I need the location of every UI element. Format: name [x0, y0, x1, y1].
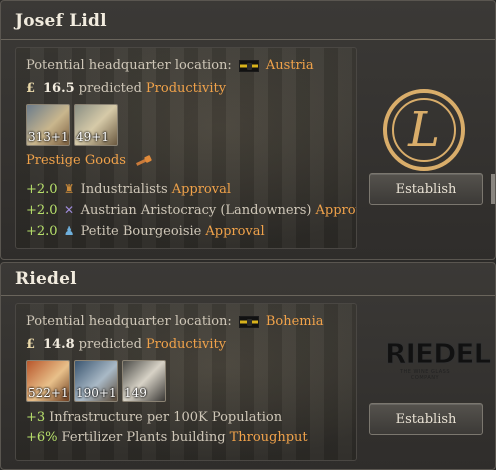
- approval-row: +2.0 ♜ Industrialists Approval: [26, 182, 231, 197]
- bonus-text: Fertilizer Plants building: [61, 430, 226, 445]
- building-tiles: 522+14 190+1 149: [26, 360, 166, 402]
- building-tile[interactable]: 522+14: [26, 360, 70, 402]
- approval-link[interactable]: Approval: [205, 224, 264, 239]
- building-tiles: 313+10 49+1: [26, 104, 118, 146]
- approval-value: +2.0: [26, 182, 58, 197]
- hq-row: Potential headquarter location: Austria: [26, 58, 314, 73]
- hammer-icon: [134, 156, 152, 166]
- approval-link[interactable]: Approval: [315, 203, 356, 218]
- tile-value: 149: [124, 386, 147, 400]
- austria-flag-icon: [238, 59, 259, 72]
- group-name: Petite Bourgeoisie: [80, 224, 202, 239]
- productivity-value: 16.5: [43, 81, 75, 96]
- industrialists-icon: ♜: [63, 182, 75, 196]
- productivity-row: £ 14.8 predicted Productivity: [26, 337, 226, 352]
- group-name: Austrian Aristocracy (Landowners): [80, 203, 312, 218]
- petite-bourgeoisie-icon: ♟: [63, 224, 75, 238]
- group-name: Industrialists: [80, 182, 168, 197]
- pound-icon: £: [26, 337, 36, 352]
- productivity-link[interactable]: Productivity: [146, 81, 226, 96]
- company-name: Riedel: [15, 269, 77, 289]
- company-name: Josef Lidl: [15, 11, 107, 31]
- divider: [1, 39, 495, 40]
- prestige-goods-row: Prestige Goods: [26, 153, 152, 168]
- hq-row: Potential headquarter location: Bohemia: [26, 314, 324, 329]
- building-tile[interactable]: 49+1: [74, 104, 118, 146]
- scrollbar-edge: [491, 174, 495, 204]
- establish-button[interactable]: Establish: [369, 173, 483, 205]
- pound-icon: £: [26, 81, 36, 96]
- company-info-card: Potential headquarter location: Bohemia …: [15, 303, 357, 461]
- hq-label: Potential headquarter location:: [26, 314, 232, 329]
- building-tile[interactable]: 190+1: [74, 360, 118, 402]
- hq-location-link[interactable]: Austria: [266, 58, 314, 73]
- riedel-logo: RIEDEL THE WINE GLASS COMPANY: [385, 337, 492, 381]
- productivity-row: £ 16.5 predicted Productivity: [26, 81, 226, 96]
- productivity-predicted: predicted: [78, 337, 142, 352]
- company-info-card: Potential headquarter location: Austria …: [15, 47, 357, 249]
- approval-value: +2.0: [26, 224, 58, 239]
- approval-value: +2.0: [26, 203, 58, 218]
- establish-button[interactable]: Establish: [369, 403, 483, 435]
- company-panel-riedel: Riedel Potential headquarter location: B…: [0, 262, 496, 470]
- bonus-row: +3 Infrastructure per 100K Population: [26, 410, 282, 425]
- prestige-goods-link[interactable]: Prestige Goods: [26, 153, 126, 168]
- hq-label: Potential headquarter location:: [26, 58, 232, 73]
- approval-row: +2.0 ✕ Austrian Aristocracy (Landowners)…: [26, 203, 356, 218]
- tile-value: 190+1: [76, 386, 117, 400]
- logo-letter: L: [408, 102, 440, 158]
- hq-location-link[interactable]: Bohemia: [266, 314, 324, 329]
- throughput-link[interactable]: Throughput: [230, 430, 308, 445]
- building-tile[interactable]: 313+10: [26, 104, 70, 146]
- productivity-predicted: predicted: [78, 81, 142, 96]
- bonus-row: +6% Fertilizer Plants building Throughpu…: [26, 430, 308, 445]
- austria-flag-icon: [238, 315, 259, 328]
- tile-value: 313+10: [28, 130, 69, 144]
- bonus-text: Infrastructure per 100K Population: [49, 410, 283, 425]
- bonus-value: +3: [26, 410, 46, 425]
- building-tile[interactable]: 149: [122, 360, 166, 402]
- tile-value: 522+14: [28, 386, 69, 400]
- bonus-value: +6%: [26, 430, 58, 445]
- logo-subtitle: THE WINE GLASS COMPANY: [399, 369, 450, 381]
- aristocracy-icon: ✕: [64, 203, 75, 217]
- logo-word: RIEDEL: [385, 337, 492, 370]
- approval-link[interactable]: Approval: [172, 182, 231, 197]
- approval-row: +2.0 ♟ Petite Bourgeoisie Approval: [26, 224, 265, 239]
- productivity-link[interactable]: Productivity: [146, 337, 226, 352]
- josef-lidl-logo: L: [383, 89, 465, 171]
- tile-value: 49+1: [76, 130, 109, 144]
- company-panel-josef-lidl: Josef Lidl Potential headquarter locatio…: [0, 0, 496, 260]
- divider: [1, 295, 495, 296]
- productivity-value: 14.8: [43, 337, 75, 352]
